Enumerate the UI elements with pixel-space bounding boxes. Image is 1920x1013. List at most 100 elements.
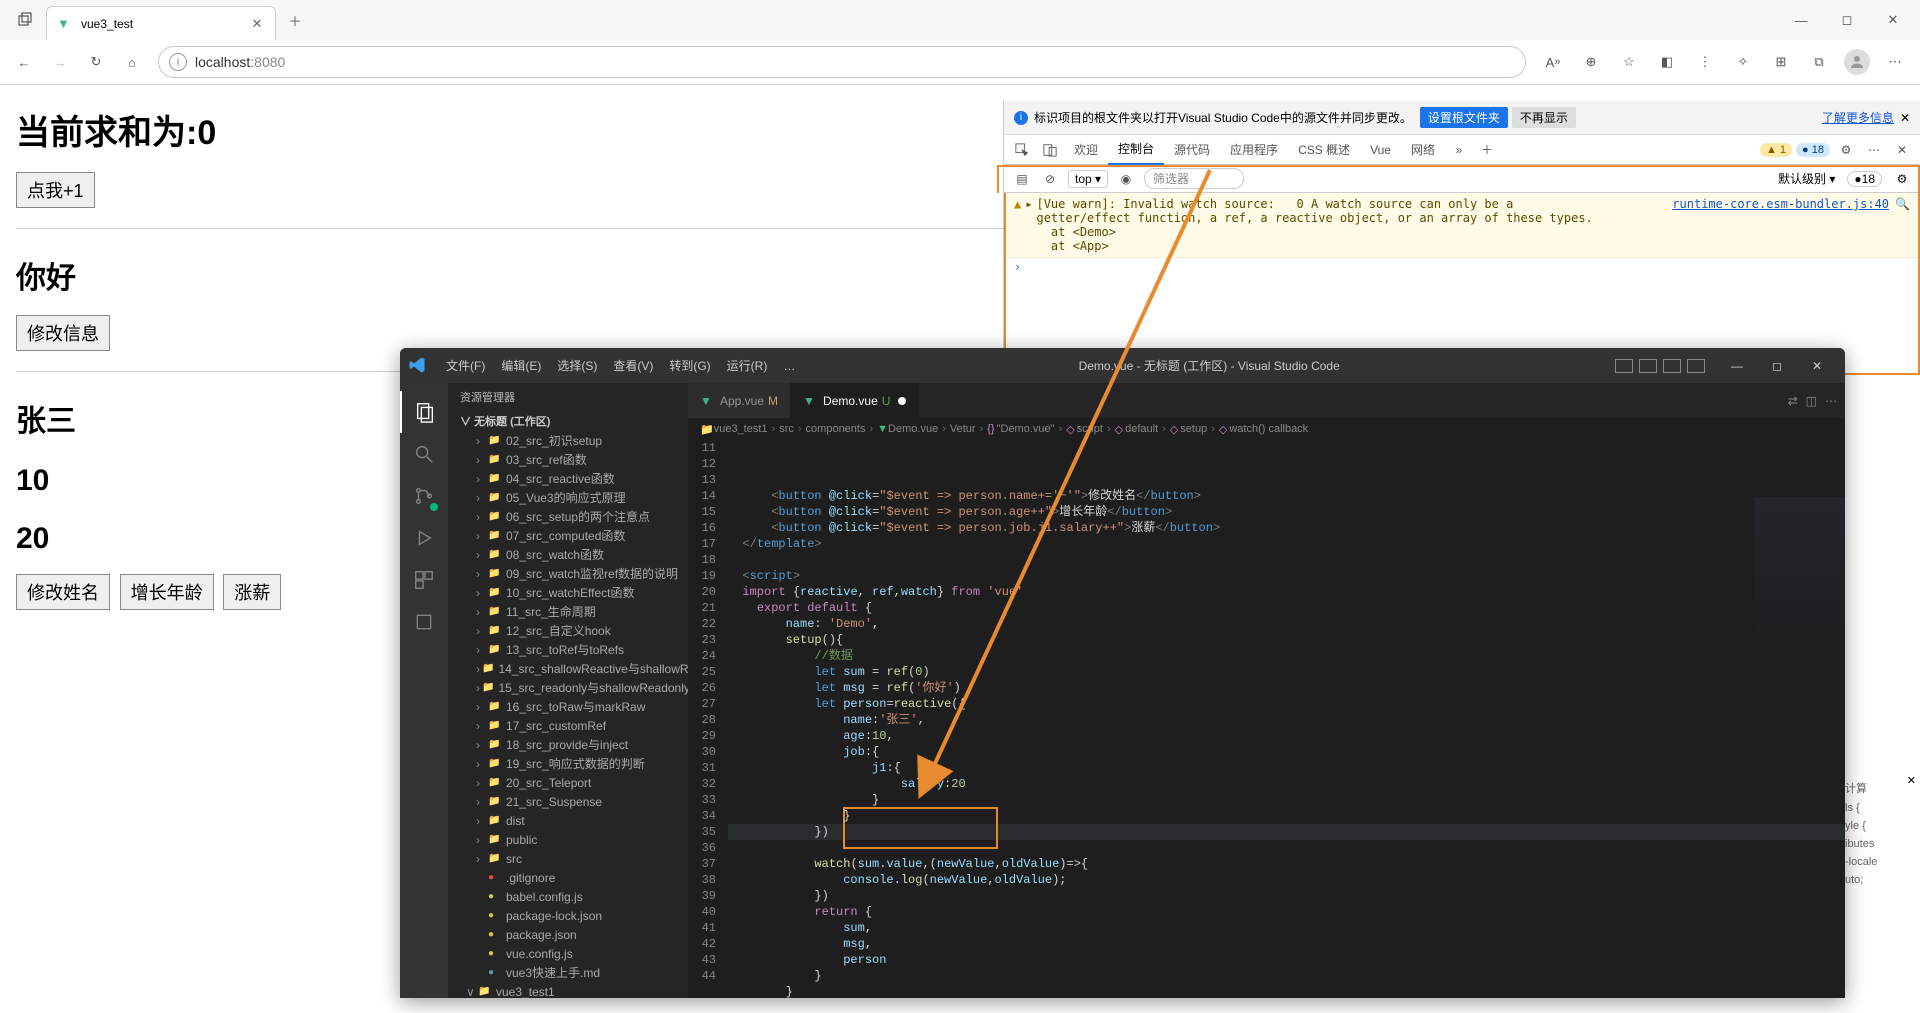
tree-item[interactable]: ›📁src bbox=[448, 849, 688, 868]
tab-css[interactable]: CSS 概述 bbox=[1288, 135, 1360, 165]
console-settings-icon[interactable]: ⚙ bbox=[1888, 172, 1916, 186]
extension-icon[interactable]: ◧ bbox=[1648, 44, 1686, 80]
extra-icon[interactable] bbox=[400, 601, 448, 643]
source-control-icon[interactable] bbox=[400, 475, 448, 517]
tree-item[interactable]: ›📁14_src_shallowReactive与shallowRef bbox=[448, 659, 688, 678]
inspect-element-icon[interactable] bbox=[1008, 136, 1036, 164]
tree-item[interactable]: ›📁16_src_toRaw与markRaw bbox=[448, 697, 688, 716]
devtools-close-icon[interactable]: ✕ bbox=[1888, 136, 1916, 164]
tree-item[interactable]: ›📁11_src_生命周期 bbox=[448, 602, 688, 621]
extensions-icon[interactable] bbox=[400, 559, 448, 601]
site-info-icon[interactable]: i bbox=[169, 53, 187, 71]
editor-tab-actions[interactable]: ⇄ ◫ ⋯ bbox=[1780, 383, 1845, 418]
tree-item[interactable]: ›📁07_src_computed函数 bbox=[448, 526, 688, 545]
menu-more[interactable]: … bbox=[775, 359, 803, 373]
tree-item[interactable]: ›📁09_src_watch监视ref数据的说明 bbox=[448, 564, 688, 583]
vscode-maximize-button[interactable]: ◻ bbox=[1757, 348, 1797, 383]
menu-file[interactable]: 文件(F) bbox=[438, 357, 493, 374]
learn-more-link[interactable]: 了解更多信息 bbox=[1822, 109, 1894, 126]
layout-icons[interactable] bbox=[1615, 359, 1705, 373]
tree-file[interactable]: ●vue3快速上手.md bbox=[448, 963, 688, 982]
more-menu-icon[interactable]: ⋯ bbox=[1876, 44, 1914, 80]
tree-item[interactable]: ›📁public bbox=[448, 830, 688, 849]
log-level-selector[interactable]: 默认级别 ▾ bbox=[1772, 169, 1841, 188]
warn-count-badge[interactable]: ▲ 1 bbox=[1760, 143, 1792, 157]
tree-file[interactable]: ●babel.config.js bbox=[448, 887, 688, 906]
tree-item[interactable]: ›📁04_src_reactive函数 bbox=[448, 469, 688, 488]
more-tabs-icon[interactable]: » bbox=[1445, 136, 1473, 164]
back-button[interactable]: ← bbox=[6, 44, 42, 80]
live-expression-icon[interactable]: ◉ bbox=[1112, 165, 1140, 193]
tree-file[interactable]: ●package-lock.json bbox=[448, 906, 688, 925]
menu-edit[interactable]: 编辑(E) bbox=[493, 357, 549, 374]
sidebar-toggle-icon[interactable]: ▤ bbox=[1008, 165, 1036, 193]
hidden-count[interactable]: ● 18 bbox=[1847, 171, 1882, 187]
filter-input[interactable]: 筛选器 bbox=[1144, 168, 1244, 189]
settings-icon[interactable]: ⚙ bbox=[1832, 136, 1860, 164]
window-restore-icon[interactable] bbox=[10, 5, 40, 35]
tree-item[interactable]: ›📁18_src_provide与inject bbox=[448, 735, 688, 754]
tree-item[interactable]: ›📁17_src_customRef bbox=[448, 716, 688, 735]
browser-tab-active[interactable]: ▼ vue3_test ✕ bbox=[46, 6, 276, 40]
forward-button[interactable]: → bbox=[42, 44, 78, 80]
extension4-icon[interactable]: ⧉ bbox=[1800, 44, 1838, 80]
tab-close-icon[interactable]: ✕ bbox=[249, 16, 265, 32]
home-button[interactable]: ⌂ bbox=[114, 44, 150, 80]
tree-item[interactable]: ›📁08_src_watch函数 bbox=[448, 545, 688, 564]
menu-view[interactable]: 查看(V) bbox=[605, 357, 661, 374]
tree-item[interactable]: ›📁12_src_自定义hook bbox=[448, 621, 688, 640]
tree-file[interactable]: ●.gitignore bbox=[448, 868, 688, 887]
tree-file[interactable]: ●vue.config.js bbox=[448, 944, 688, 963]
tab-application[interactable]: 应用程序 bbox=[1220, 135, 1288, 165]
split-icon[interactable]: ◫ bbox=[1806, 394, 1817, 408]
tree-item[interactable]: ›📁13_src_toRef与toRefs bbox=[448, 640, 688, 659]
hide-banner-button[interactable]: 不再显示 bbox=[1512, 107, 1576, 128]
set-root-folder-button[interactable]: 设置根文件夹 bbox=[1420, 107, 1508, 128]
tree-item[interactable]: ›📁21_src_Suspense bbox=[448, 792, 688, 811]
info-count-badge[interactable]: ● 18 bbox=[1796, 143, 1830, 157]
tree-item[interactable]: ›📁05_Vue3的响应式原理 bbox=[448, 488, 688, 507]
url-input[interactable]: i localhost:8080 bbox=[158, 46, 1526, 78]
modify-name-button[interactable]: 修改姓名 bbox=[16, 574, 110, 610]
tab-welcome[interactable]: 欢迎 bbox=[1064, 135, 1108, 165]
tab-vue[interactable]: Vue bbox=[1360, 135, 1401, 165]
raise-salary-button[interactable]: 涨薪 bbox=[223, 574, 281, 610]
tree-item[interactable]: ›📁dist bbox=[448, 811, 688, 830]
new-tab-devtools-icon[interactable]: ＋ bbox=[1473, 136, 1501, 164]
compare-icon[interactable]: ⇄ bbox=[1788, 394, 1798, 408]
tree-item[interactable]: ›📁15_src_readonly与shallowReadonly bbox=[448, 678, 688, 697]
search-icon[interactable]: 🔍 bbox=[1895, 197, 1910, 253]
tree-item[interactable]: ›📁02_src_初识setup bbox=[448, 431, 688, 450]
more-actions-icon[interactable]: ⋯ bbox=[1825, 394, 1837, 408]
increase-age-button[interactable]: 增长年龄 bbox=[120, 574, 214, 610]
tree-item[interactable]: ›📁10_src_watchEffect函数 bbox=[448, 583, 688, 602]
tab-app-vue[interactable]: ▼App.vueM bbox=[688, 383, 791, 418]
extension2-icon[interactable]: ⋮ bbox=[1686, 44, 1724, 80]
expand-icon[interactable]: ▸ bbox=[1025, 197, 1032, 253]
tree-file[interactable]: ●package.json bbox=[448, 925, 688, 944]
console-prompt[interactable]: › bbox=[1006, 258, 1918, 276]
context-selector[interactable]: top ▾ bbox=[1068, 170, 1108, 188]
tab-demo-vue[interactable]: ▼Demo.vueU bbox=[791, 383, 919, 418]
tab-console[interactable]: 控制台 bbox=[1108, 135, 1164, 165]
code-lines[interactable]: <button @click="$event => person.name+='… bbox=[728, 440, 1845, 998]
console-warning-row[interactable]: ▲ ▸ [Vue warn]: Invalid watch source: 0 … bbox=[1006, 193, 1918, 258]
modify-info-button[interactable]: 修改信息 bbox=[16, 315, 110, 351]
devtools-menu-icon[interactable]: ⋯ bbox=[1860, 136, 1888, 164]
favorites-icon[interactable]: ☆ bbox=[1610, 44, 1648, 80]
vscode-close-button[interactable]: ✕ bbox=[1797, 348, 1837, 383]
vscode-minimize-button[interactable]: — bbox=[1717, 348, 1757, 383]
tree-item[interactable]: ›📁19_src_响应式数据的判断 bbox=[448, 754, 688, 773]
clear-console-icon[interactable]: ⊘ bbox=[1036, 165, 1064, 193]
zoom-icon[interactable]: ⊕ bbox=[1572, 44, 1610, 80]
warning-source-link[interactable]: runtime-core.esm-bundler.js:40 bbox=[1672, 197, 1889, 253]
tree-item[interactable]: ›📁03_src_ref函数 bbox=[448, 450, 688, 469]
close-icon[interactable]: ✕ bbox=[1907, 774, 1916, 787]
menu-select[interactable]: 选择(S) bbox=[549, 357, 605, 374]
tab-sources[interactable]: 源代码 bbox=[1164, 135, 1220, 165]
tree-item[interactable]: ›📁20_src_Teleport bbox=[448, 773, 688, 792]
explorer-icon[interactable] bbox=[400, 391, 448, 433]
read-aloud-icon[interactable]: A» bbox=[1534, 44, 1572, 80]
new-tab-button[interactable]: ＋ bbox=[280, 5, 310, 35]
search-activity-icon[interactable] bbox=[400, 433, 448, 475]
